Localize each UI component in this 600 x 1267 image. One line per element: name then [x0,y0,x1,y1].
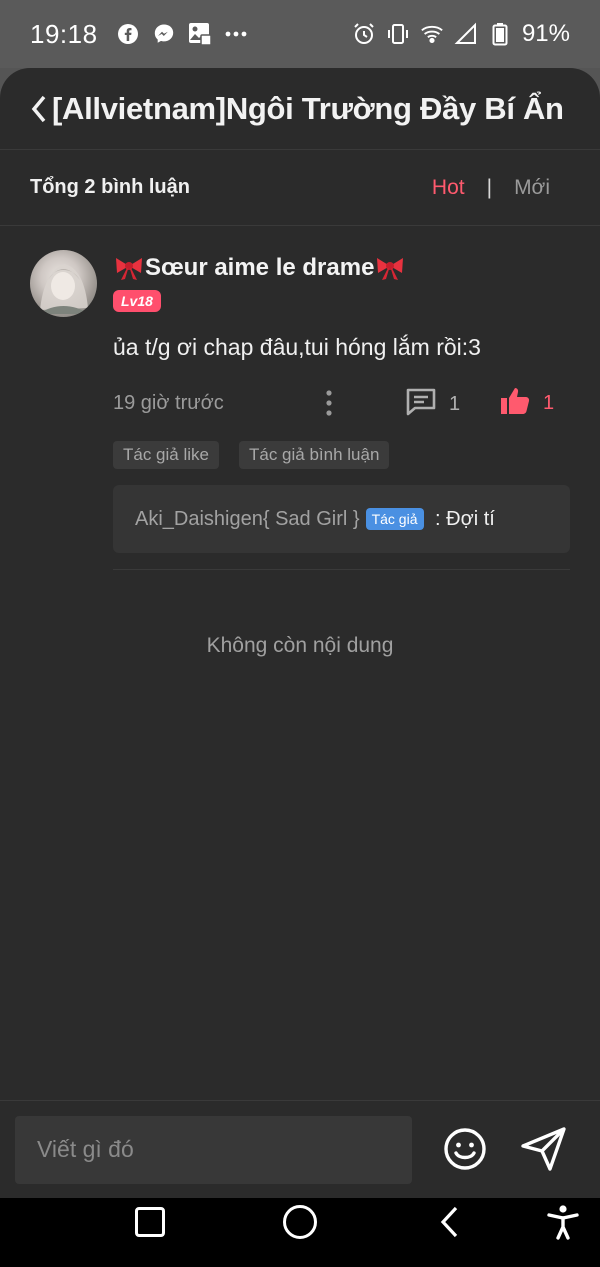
photo-notification-icon [188,22,212,46]
more-vertical-icon[interactable] [323,389,335,417]
status-time: 19:18 [30,18,98,49]
comment-text: ủa t/g ơi chap đâu,tui hóng lắm rồi:3 [113,334,481,360]
status-notification-icons [116,22,248,46]
status-system-icons: 91% [352,20,570,48]
more-dots-icon [224,22,248,46]
recent-apps-icon[interactable] [135,1207,165,1237]
comment-meta: 19 giờ trước 1 1 [113,373,570,433]
end-of-list-message: Không còn nội dung [206,634,394,657]
comments-summary-bar: Tổng 2 bình luận Hot | Mới [0,150,600,226]
facebook-icon [116,22,140,46]
battery-icon [488,22,512,46]
reply-author: Aki_Daishigen{ Sad Girl } [135,507,360,530]
sort-separator: | [486,175,493,199]
like-button[interactable]: 1 [499,385,554,422]
like-count: 1 [543,392,555,414]
system-nav-bar [0,1198,600,1267]
comment-username[interactable]: Sœur aime le drame [113,250,570,286]
avatar[interactable] [30,250,97,317]
tag-author-like: Tác giả like [113,441,219,469]
comment-sheet: [Allvietnam]Ngôi Trường Đầy Bí Ẩn Tổng 2… [0,68,600,1198]
accessibility-icon[interactable] [546,1204,580,1240]
comment-count-label: Tổng 2 bình luận [30,176,190,198]
sort-hot-tab[interactable]: Hot [432,176,465,200]
level-badge: Lv18 [113,290,161,312]
comment-timestamp: 19 giờ trước [113,391,224,414]
divider [113,569,570,570]
messenger-icon [152,22,176,46]
emoji-icon[interactable] [442,1126,488,1172]
comment-tags: Tác giả like Tác giả bình luận [113,441,570,469]
comment-input-bar [0,1100,600,1198]
sort-new-tab[interactable]: Mới [514,176,550,200]
back-chevron-icon[interactable] [30,92,52,126]
sheet-header: [Allvietnam]Ngôi Trường Đầy Bí Ẩn [0,68,600,150]
comment-input[interactable] [15,1115,412,1184]
author-badge: Tác giả [365,508,424,530]
sort-options: Hot | Mới [432,176,570,200]
home-icon[interactable] [283,1205,317,1239]
battery-percent: 91% [521,20,570,47]
alarm-icon [352,22,376,46]
reply-text: Đợi tí [446,507,495,530]
reply-button[interactable]: 1 [405,387,460,422]
tag-author-comment: Tác giả bình luận [238,441,390,469]
send-icon[interactable] [520,1126,568,1172]
comment-username-text: Sœur aime le drame [145,254,375,281]
ribbon-bow-icon [113,253,145,283]
reply-separator: : [429,507,447,530]
vibrate-icon [386,22,410,46]
comment-item: Sœur aime le drame Lv18 ủa t/g ơi chap đ… [0,226,600,570]
status-bar: 19:18 91% [0,0,600,68]
thumbs-up-icon [499,385,531,422]
page-title: [Allvietnam]Ngôi Trường Đầy Bí Ẩn [52,90,564,126]
ribbon-bow-icon [374,253,406,283]
reply-count: 1 [449,393,461,415]
signal-icon [454,22,478,46]
wifi-icon [420,22,444,46]
nav-back-icon[interactable] [438,1204,462,1240]
comment-bubble-icon [405,387,437,422]
reply-preview[interactable]: Aki_Daishigen{ Sad Girl } Tác giả : Đợi … [113,485,570,553]
